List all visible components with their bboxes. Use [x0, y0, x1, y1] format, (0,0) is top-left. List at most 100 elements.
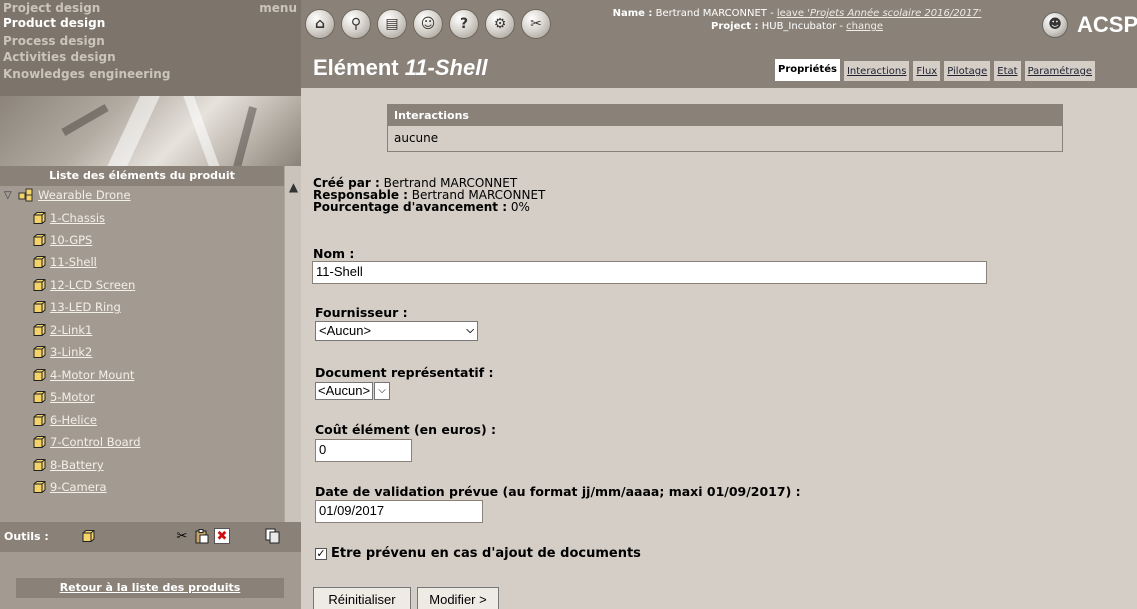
tree-item[interactable]: 10-GPS [33, 232, 92, 248]
page-title: Elément 11-Shell [313, 55, 488, 80]
tree-item-label[interactable]: 5-Motor [50, 390, 95, 404]
tab-bar: Propriétés Interactions Flux Pilotage Et… [774, 58, 1098, 82]
logo-icon: ☻ [1042, 12, 1068, 38]
tab-interactions[interactable]: Interactions [842, 60, 911, 82]
element-name: 11-Shell [404, 55, 488, 80]
logo-text: ACSP [1077, 12, 1137, 37]
tree-item-label[interactable]: 12-LCD Screen [50, 278, 135, 292]
tools-separator [0, 552, 301, 574]
reset-button[interactable]: Réinitialiser [313, 587, 411, 609]
tree-item-label[interactable]: 7-Control Board [50, 435, 141, 449]
tree-item[interactable]: 2-Link1 [33, 322, 92, 338]
date-label: Date de validation prévue (au format jj/… [315, 484, 801, 499]
tree-item[interactable]: 3-Link2 [33, 344, 92, 360]
tree-item[interactable]: 5-Motor [33, 389, 95, 405]
scroll-up-arrow-icon[interactable]: ▲ [286, 180, 301, 194]
top-menu: Project design Product design Process de… [0, 0, 301, 96]
home-icon[interactable]: ⌂ [305, 9, 335, 39]
cube-icon [33, 234, 46, 246]
sidebar-scrollbar[interactable]: ▲ [284, 166, 301, 522]
document-label: Document représentatif : [315, 365, 494, 380]
tree-root[interactable]: ▽ Wearable Drone [4, 188, 131, 202]
tab-etat[interactable]: Etat [993, 60, 1022, 82]
tree-item[interactable]: 13-LED Ring [33, 299, 121, 315]
tree-item[interactable]: 7-Control Board [33, 434, 141, 450]
notify-checkbox[interactable]: ✓ [315, 547, 327, 560]
back-to-products-link[interactable]: Retour à la liste des produits [16, 578, 284, 598]
tree-item-label[interactable]: 6-Helice [50, 413, 97, 427]
main-content: Interactions aucune Créé par : Bertrand … [301, 88, 1137, 609]
delete-icon[interactable]: ✖ [214, 528, 230, 544]
cube-icon [33, 414, 46, 426]
menu-item-process-design[interactable]: Process design [3, 34, 105, 48]
tools-icon[interactable]: ✂ [521, 9, 551, 39]
cost-input[interactable]: 0 [315, 439, 412, 462]
cut-icon[interactable]: ✂ [174, 528, 190, 544]
tree-item[interactable]: 6-Helice [33, 412, 97, 428]
header: ⌂ ⚲ ▤ ☺ ? ⚙ ✂ Name : Bertrand MARCONNET … [301, 0, 1137, 88]
tree-item-label[interactable]: 9-Camera [50, 480, 107, 494]
cube-icon [33, 324, 46, 336]
users-icon[interactable]: ☺ [413, 9, 443, 39]
tree-item-label[interactable]: 4-Motor Mount [50, 368, 134, 382]
chevron-down-icon[interactable]: ⌵ [374, 382, 391, 400]
tree-root-link[interactable]: Wearable Drone [38, 188, 131, 202]
tab-pilotage[interactable]: Pilotage [943, 60, 992, 82]
cube-icon [33, 369, 46, 381]
modify-button[interactable]: Modifier > [417, 587, 499, 609]
menu-item-knowledges-engineering[interactable]: Knowledges engineering [3, 67, 170, 81]
supplier-select[interactable]: <Aucun> ⌵ [315, 321, 478, 341]
tree-item[interactable]: 11-Shell [33, 254, 97, 270]
menu-label[interactable]: menu [259, 1, 297, 15]
expand-triangle-icon[interactable]: ▽ [4, 190, 14, 201]
tree-item[interactable]: 1-Chassis [33, 210, 105, 226]
leave-link[interactable]: leave 'Projets Année scolaire 2016/2017' [777, 8, 982, 19]
cube-icon [33, 346, 46, 358]
tree-item-label[interactable]: 3-Link2 [50, 345, 92, 359]
name-field-label: Nom : [313, 246, 355, 261]
tree-item-label[interactable]: 11-Shell [50, 255, 97, 269]
cube-icon [33, 301, 46, 313]
new-element-icon[interactable] [80, 528, 96, 544]
left-sidebar: Project design Product design Process de… [0, 0, 301, 609]
tree-item[interactable]: 4-Motor Mount [33, 367, 134, 383]
user-info: Name : Bertrand MARCONNET - leave 'Proje… [567, 7, 1027, 33]
tree-item[interactable]: 9-Camera [33, 479, 107, 495]
supplier-selected: <Aucun> [319, 323, 372, 338]
progress: Pourcentage d'avancement : 0% [313, 200, 530, 214]
search-icon[interactable]: ⚲ [341, 9, 371, 39]
tree-item-label[interactable]: 2-Link1 [50, 323, 92, 337]
notify-label: Etre prévenu en cas d'ajout de documents [331, 546, 641, 561]
interactions-title: Interactions [388, 105, 1062, 126]
tree-item[interactable]: 12-LCD Screen [33, 277, 135, 293]
tools-label: Outils : [4, 530, 49, 543]
interactions-value: aucune [388, 126, 1062, 151]
menu-item-activities-design[interactable]: Activities design [3, 50, 116, 64]
document-select[interactable]: <Aucun> ⌵ [315, 381, 391, 401]
tree-item-label[interactable]: 1-Chassis [50, 211, 105, 225]
cube-icon [33, 391, 46, 403]
element-list-title: Liste des éléments du produit [0, 166, 284, 186]
tree-item-label[interactable]: 8-Battery [50, 458, 104, 472]
paste-icon[interactable] [194, 528, 210, 544]
notify-option[interactable]: ✓ Etre prévenu en cas d'ajout de documen… [315, 546, 641, 561]
document-icon[interactable]: ▤ [377, 9, 407, 39]
tree-item-label[interactable]: 13-LED Ring [50, 300, 121, 314]
tab-proprietes[interactable]: Propriétés [774, 58, 841, 82]
copy-icon[interactable] [264, 528, 280, 544]
cube-icon [33, 481, 46, 493]
tree-item[interactable]: 8-Battery [33, 457, 104, 473]
cube-icon [33, 212, 46, 224]
date-input[interactable]: 01/09/2017 [315, 500, 483, 523]
menu-item-product-design[interactable]: Product design [3, 16, 105, 30]
menu-item-project-design[interactable]: Project design [3, 1, 100, 15]
sidebar-banner-image [0, 96, 301, 166]
tab-parametrage[interactable]: Paramétrage [1023, 60, 1097, 82]
settings-icon[interactable]: ⚙ [485, 9, 515, 39]
name-input[interactable]: 11-Shell [312, 261, 987, 284]
tree-item-label[interactable]: 10-GPS [50, 233, 92, 247]
change-project-link[interactable]: change [846, 21, 883, 32]
tab-flux[interactable]: Flux [912, 60, 942, 82]
tools-bar: Outils : ✂ ✖ [0, 522, 301, 552]
help-icon[interactable]: ? [449, 9, 479, 39]
